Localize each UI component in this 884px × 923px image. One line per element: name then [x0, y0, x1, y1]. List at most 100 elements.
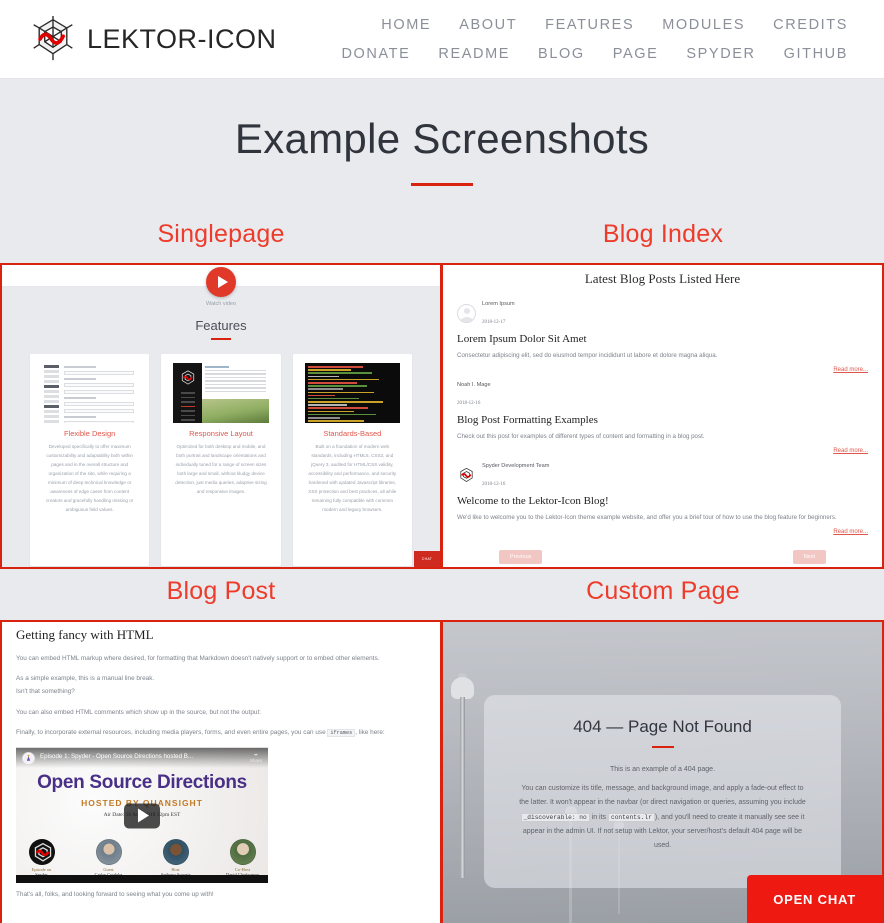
play-circle-icon[interactable]: [206, 267, 236, 297]
watch-video-label: Watch video: [205, 301, 237, 307]
screenshot-frame-blog-index[interactable]: Latest Blog Posts Listed Here Lorem Ipsu…: [442, 263, 884, 569]
pagination: Previous Next: [457, 543, 868, 565]
feature-card[interactable]: Flexible Design Developed specifically t…: [30, 354, 150, 566]
post-excerpt: Check out this post for examples of diff…: [457, 432, 705, 440]
person-item: Episode on Spyder: [17, 839, 67, 877]
primary-nav: HOME ABOUT FEATURES MODULES CREDITS DONA…: [282, 14, 862, 65]
nav-link-home[interactable]: HOME: [367, 14, 445, 36]
feature-card-list: Flexible Design Developed specifically t…: [2, 340, 440, 566]
previous-page-button[interactable]: Previous: [499, 550, 543, 565]
feature-card-title: Flexible Design: [64, 429, 116, 438]
blog-post-paragraph: You can embed HTML markup where desired,…: [16, 655, 380, 662]
read-more-link[interactable]: Read more...: [457, 448, 868, 454]
iframe-text-post: , like here:: [355, 728, 385, 736]
post-excerpt: We'd like to welcome you to the Lektor-I…: [457, 513, 837, 521]
screenshot-label-custom-page: Custom Page: [586, 577, 740, 605]
post-title[interactable]: Blog Post Formatting Examples: [457, 414, 868, 426]
post-author: Spyder Development Team: [482, 463, 550, 470]
brand[interactable]: LEKTOR-ICON: [30, 16, 277, 62]
blog-post-heading: Getting fancy with HTML: [16, 627, 154, 642]
post-date: 2018-12-16: [482, 481, 506, 487]
screenshot-frame-blog-post[interactable]: Getting fancy with HTML You can embed HT…: [0, 620, 442, 923]
video-overlay-title: Open Source Directions: [37, 772, 247, 794]
iframe-code-token: iframes: [327, 728, 356, 737]
person-item: Guest Carlos Cordoba: [84, 839, 134, 877]
video-title: Episode 1: Spyder - Open Source Directio…: [40, 753, 194, 761]
source-code-screenshot: [304, 363, 400, 423]
feature-card-title: Responsive Layout: [189, 429, 253, 438]
youtube-play-icon[interactable]: [124, 803, 160, 829]
screenshot-frame-singlepage[interactable]: Watch video Features Flexible Design Dev…: [0, 263, 442, 569]
nav-link-credits[interactable]: CREDITS: [759, 14, 862, 36]
blog-post-item[interactable]: Lorem Ipsum 2018-12-17 Lorem Ipsum Dolor…: [457, 300, 868, 361]
spyder-web-icon: [30, 16, 76, 62]
spyder-web-icon: [457, 466, 476, 485]
read-more-link[interactable]: Read more...: [457, 529, 868, 535]
brand-name: LEKTOR-ICON: [87, 23, 277, 54]
feature-card[interactable]: Standards-Based Built on a foundation of…: [292, 354, 412, 566]
blog-post-iframe-paragraph: Finally, to incorporate external resourc…: [16, 727, 426, 738]
person-item: Host Anthony Scopatz: [151, 839, 201, 877]
post-author: Lorem Ipsum: [482, 301, 515, 307]
channel-avatar-icon: [22, 752, 35, 766]
post-date: 2018-12-17: [482, 319, 506, 325]
contents-code-token: contents.lr: [607, 812, 655, 822]
open-chat-button[interactable]: OPEN CHAT: [747, 875, 882, 923]
photo-avatar: [95, 839, 122, 866]
post-date: 2018-12-16: [457, 400, 481, 406]
screenshot-label-blog-post: Blog Post: [166, 577, 276, 605]
discoverable-code-token: _discoverable: no: [520, 812, 590, 822]
chat-badge-label: CHAT: [421, 557, 433, 561]
nav-link-page[interactable]: PAGE: [599, 43, 673, 65]
nav-link-modules[interactable]: MODULES: [648, 14, 759, 36]
next-page-button[interactable]: Next: [792, 550, 826, 565]
nav-link-features[interactable]: FEATURES: [531, 14, 648, 36]
photo-avatar: [229, 839, 256, 866]
title-underline: [411, 183, 473, 186]
nav-link-spyder[interactable]: SPYDER: [672, 43, 769, 65]
nav-link-blog[interactable]: BLOG: [524, 43, 599, 65]
feature-card-text: Developed specifically to offer maximum …: [46, 444, 134, 512]
feature-card-text: Optimized for both desktop and mobile, a…: [175, 444, 267, 494]
screenshot-cell-singlepage: Singlepage Watch video Features Flexible…: [0, 212, 442, 569]
video-controls-bar[interactable]: [16, 875, 268, 884]
feature-card-title: Standards-Based: [323, 429, 382, 438]
chat-badge[interactable]: CHAT: [414, 551, 440, 567]
person-item: Co-Host David Charboneau: [218, 839, 268, 877]
embedded-youtube-video[interactable]: Episode 1: Spyder - Open Source Directio…: [16, 747, 268, 884]
screenshot-label-blog-index: Blog Index: [602, 220, 724, 248]
error-lead: This is an example of a 404 page.: [609, 766, 716, 773]
post-title[interactable]: Lorem Ipsum Dolor Sit Amet: [457, 333, 868, 345]
feature-card[interactable]: Responsive Layout Optimized for both des…: [161, 354, 281, 566]
screenshot-frame-custom-page[interactable]: 404 — Page Not Found This is an example …: [442, 620, 884, 923]
share-icon[interactable]: ➦ Share: [250, 752, 262, 763]
blog-post-item[interactable]: Spyder Development Team 2018-12-16 Welco…: [457, 462, 868, 523]
screenshot-cell-custom-page: Custom Page 404 — Page Not Found This is…: [442, 569, 884, 923]
screenshot-label-singlepage: Singlepage: [157, 220, 285, 248]
site-navbar: LEKTOR-ICON HOME ABOUT FEATURES MODULES …: [0, 0, 884, 79]
share-label: Share: [249, 758, 262, 764]
screenshot-cell-blog-index: Blog Index Latest Blog Posts Listed Here…: [442, 212, 884, 569]
features-heading: Features: [195, 318, 247, 333]
responsive-site-screenshot: [173, 363, 269, 423]
nav-link-readme[interactable]: README: [424, 43, 524, 65]
post-author: Noah I. Mage: [457, 382, 491, 389]
blog-post-paragraph: As a simple example, this is a manual li…: [16, 675, 155, 683]
nav-link-donate[interactable]: DONATE: [327, 43, 424, 65]
lamp-post-decoration: [449, 673, 475, 878]
screenshot-cell-blog-post: Blog Post Getting fancy with HTML You ca…: [0, 569, 442, 923]
blog-post-paragraph: You can also embed HTML comments which s…: [16, 708, 261, 716]
post-title[interactable]: Welcome to the Lektor-Icon Blog!: [457, 495, 868, 507]
error-body: You can customize its title, message, an…: [516, 782, 809, 854]
blog-post-item[interactable]: Noah I. Mage 2018-12-16 Blog Post Format…: [457, 381, 868, 442]
blog-post-paragraph: Isn't that something?: [16, 688, 75, 696]
read-more-link[interactable]: Read more...: [457, 367, 868, 373]
nav-link-github[interactable]: GITHUB: [770, 43, 862, 65]
nav-link-about[interactable]: ABOUT: [445, 14, 531, 36]
admin-form-screenshot: [42, 363, 138, 423]
blog-post-closing: That's all, folks, and looking forward t…: [16, 891, 214, 899]
screenshot-grid: Singlepage Watch video Features Flexible…: [0, 212, 884, 923]
spyder-web-icon: [179, 369, 197, 387]
video-overlay-people: Episode on Spyder Guest Carlos Cordoba H…: [16, 839, 268, 877]
generic-person-avatar: [457, 304, 476, 324]
